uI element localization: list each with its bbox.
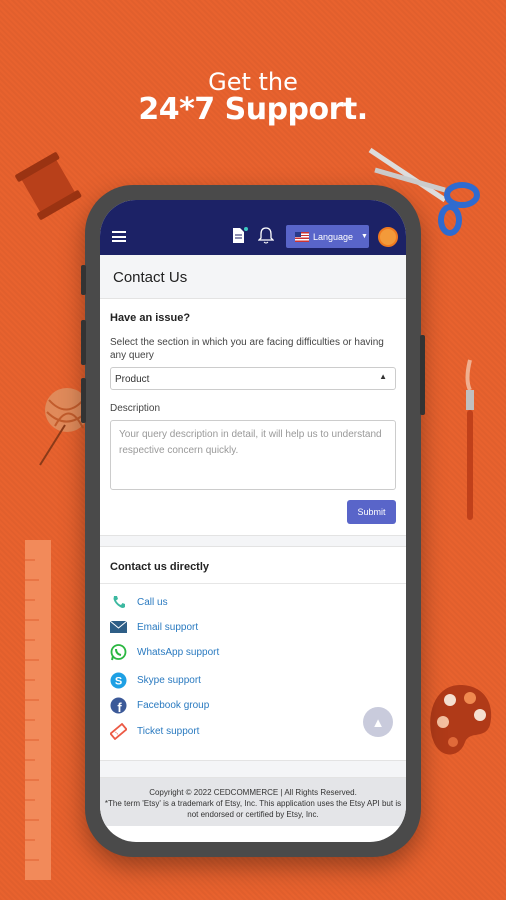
page-title: Contact Us <box>113 269 188 286</box>
language-label: Language <box>313 231 354 242</box>
contact-whatsapp[interactable]: WhatsApp support <box>110 643 219 661</box>
contact-label: Call us <box>137 596 168 608</box>
section-select[interactable]: Product ▲ <box>110 367 396 390</box>
top-navbar: Language ▼ <box>100 200 406 255</box>
contact-label: Skype support <box>137 674 201 686</box>
phone-button <box>420 335 425 415</box>
avatar[interactable] <box>378 227 398 247</box>
contact-label: WhatsApp support <box>137 646 220 658</box>
hamburger-icon[interactable] <box>112 231 126 242</box>
language-dropdown[interactable]: Language ▼ <box>286 225 369 248</box>
contact-call[interactable]: Call us <box>110 593 168 611</box>
paint-palette-icon <box>430 685 492 755</box>
disclaimer-text: *The term 'Etsy' is a trademark of Etsy,… <box>104 799 402 819</box>
contact-label: Email support <box>137 621 199 633</box>
contact-email[interactable]: Email support <box>110 618 198 636</box>
facebook-icon: f <box>110 697 127 714</box>
footer: Copyright © 2022 CEDCOMMERCE | All Right… <box>100 778 406 826</box>
select-arrows-icon: ▲ <box>379 372 387 381</box>
us-flag-icon <box>295 231 309 242</box>
arrow-up-icon: ▲ <box>371 714 385 730</box>
promo-line-2: 24*7 Support. <box>138 92 368 127</box>
copyright-text: Copyright © 2022 CEDCOMMERCE | All Right… <box>149 788 357 797</box>
submit-button[interactable]: Submit <box>347 500 396 524</box>
phone-icon <box>110 594 127 611</box>
skype-icon: S <box>110 672 127 689</box>
section-divider <box>100 760 406 778</box>
phone-button <box>81 378 86 423</box>
contact-facebook[interactable]: f Facebook group <box>110 696 209 714</box>
document-icon[interactable] <box>232 227 248 245</box>
contact-skype[interactable]: S Skype support <box>110 671 201 689</box>
phone-button <box>81 265 86 295</box>
phone-button <box>81 320 86 365</box>
description-label: Description <box>110 403 161 414</box>
email-icon <box>110 619 127 636</box>
ticket-icon <box>110 722 127 740</box>
contact-label: Facebook group <box>137 699 210 711</box>
ruler-icon <box>25 540 51 880</box>
contact-ticket[interactable]: Ticket support <box>110 722 199 740</box>
app-screen: Language ▼ Contact Us Have an issue? Sel… <box>100 200 406 842</box>
section-divider <box>100 535 406 547</box>
bell-icon[interactable] <box>258 226 274 245</box>
contact-heading: Contact us directly <box>110 561 210 573</box>
thread-spool-icon <box>15 152 82 220</box>
scroll-to-top-button[interactable]: ▲ <box>363 707 393 737</box>
contact-label: Ticket support <box>137 725 200 737</box>
page-header: Contact Us <box>100 255 406 299</box>
svg-text:S: S <box>115 675 122 687</box>
issue-heading: Have an issue? <box>110 312 191 324</box>
divider <box>100 583 406 584</box>
description-textarea[interactable]: Your query description in detail, it wil… <box>110 420 396 490</box>
caret-down-icon: ▼ <box>361 233 368 240</box>
paintbrush-icon <box>465 359 474 520</box>
svg-text:f: f <box>117 700 122 714</box>
select-label: Select the section in which you are faci… <box>110 337 384 361</box>
select-value: Product <box>115 374 150 385</box>
whatsapp-icon <box>110 643 127 661</box>
